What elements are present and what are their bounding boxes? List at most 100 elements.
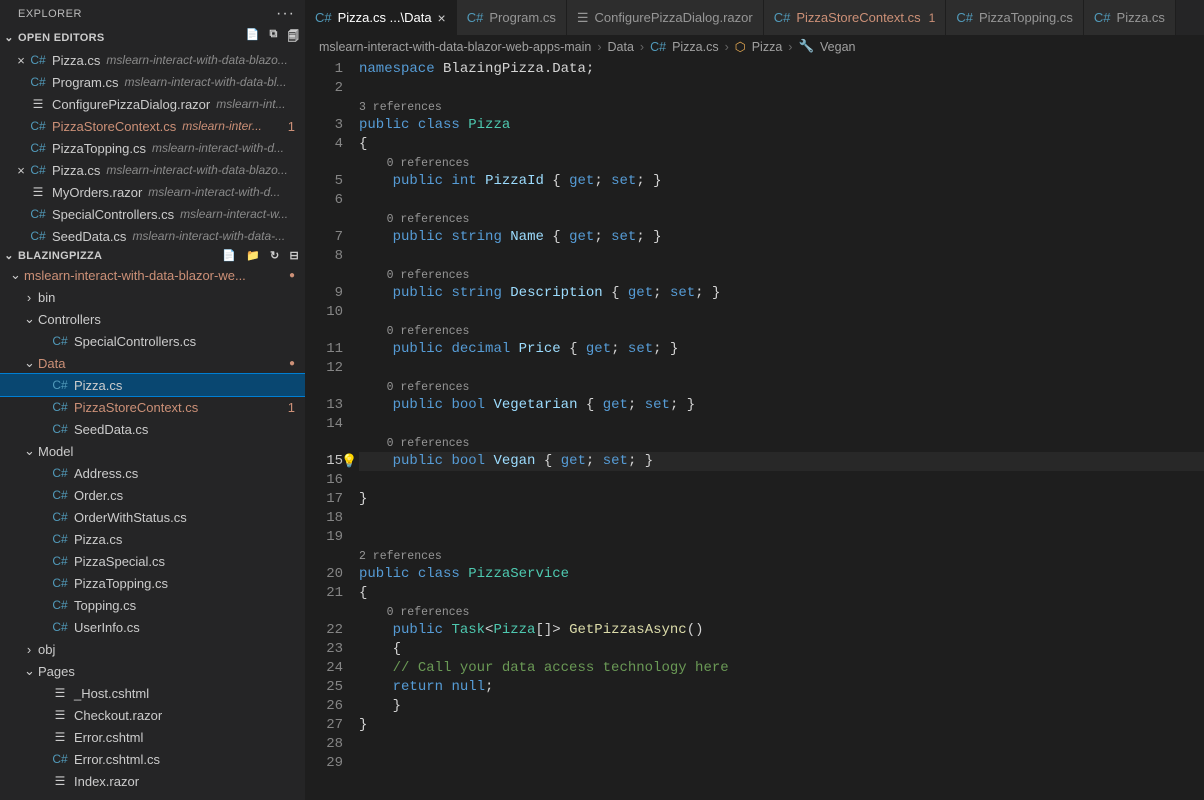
breadcrumb-part[interactable]: Vegan xyxy=(820,40,855,54)
class-icon: ⬡ xyxy=(735,39,746,54)
modified-badge: 1 xyxy=(288,119,299,134)
file-item[interactable]: C#Address.cs xyxy=(0,462,305,484)
item-label: Model xyxy=(38,444,73,459)
file-path: mslearn-interact-with-data-blazo... xyxy=(106,53,287,67)
csharp-icon: C# xyxy=(956,10,973,25)
new-folder-icon[interactable]: 📁 xyxy=(246,249,260,262)
item-label: obj xyxy=(38,642,55,657)
open-editor-item[interactable]: ×C#Pizza.csmslearn-interact-with-data-bl… xyxy=(0,49,305,71)
tab-label: Program.cs xyxy=(489,10,555,25)
workspace-name: BLAZINGPIZZA xyxy=(18,250,102,262)
item-label: SeedData.cs xyxy=(74,422,148,437)
file-name: MyOrders.razor xyxy=(52,185,142,200)
file-item[interactable]: C#Pizza.cs xyxy=(0,528,305,550)
item-label: Error.cshtml xyxy=(74,730,143,745)
close-icon[interactable]: × xyxy=(438,10,446,26)
lightbulb-icon[interactable]: 💡 xyxy=(341,452,357,471)
file-name: Program.cs xyxy=(52,75,118,90)
open-editor-item[interactable]: ☰MyOrders.razormslearn-interact-with-d..… xyxy=(0,181,305,203)
file-item[interactable]: C#Order.cs xyxy=(0,484,305,506)
editor-tab[interactable]: ☰ConfigurePizzaDialog.razor xyxy=(567,0,764,35)
csharp-icon: C# xyxy=(52,510,68,524)
csharp-icon: C# xyxy=(774,10,791,25)
tab-label: PizzaStoreContext.cs xyxy=(796,10,920,25)
close-icon[interactable]: × xyxy=(12,53,30,68)
file-item[interactable]: C#SpecialControllers.cs xyxy=(0,330,305,352)
folder-item[interactable]: ›bin xyxy=(0,286,305,308)
editor-tab[interactable]: C#Pizza.cs ...\Data× xyxy=(305,0,457,35)
open-editor-item[interactable]: ☰ConfigurePizzaDialog.razormslearn-int..… xyxy=(0,93,305,115)
csharp-icon: C# xyxy=(52,752,68,766)
csharp-icon: C# xyxy=(52,422,68,436)
folder-item[interactable]: ⌄Data xyxy=(0,352,305,374)
toggle-layout-icon[interactable]: ⧉ xyxy=(270,28,278,47)
file-name: Pizza.cs xyxy=(52,53,100,68)
file-item[interactable]: ☰Checkout.razor xyxy=(0,704,305,726)
file-item[interactable]: C#PizzaStoreContext.cs1 xyxy=(0,396,305,418)
refresh-icon[interactable]: ↻ xyxy=(270,249,280,262)
close-icon[interactable]: × xyxy=(12,163,30,178)
csharp-icon: C# xyxy=(650,40,666,54)
razor-icon: ☰ xyxy=(52,730,68,744)
file-path: mslearn-interact-with-d... xyxy=(152,141,284,155)
folder-item[interactable]: ›obj xyxy=(0,638,305,660)
file-item[interactable]: C# SeedData.cs xyxy=(0,418,305,440)
file-item[interactable]: C#UserInfo.cs xyxy=(0,616,305,638)
breadcrumb-part[interactable]: Pizza xyxy=(752,40,783,54)
file-item[interactable]: C#PizzaTopping.cs xyxy=(0,572,305,594)
file-path: mslearn-interact-w... xyxy=(180,207,288,221)
workspace-root[interactable]: ⌄ mslearn-interact-with-data-blazor-we..… xyxy=(0,264,305,286)
file-path: mslearn-inter... xyxy=(182,119,262,133)
open-editor-item[interactable]: C#PizzaTopping.csmslearn-interact-with-d… xyxy=(0,137,305,159)
open-editors-header[interactable]: ⌄ OPEN EDITORS 📄 ⧉ 🗐 xyxy=(0,26,305,49)
chevron-down-icon: ⌄ xyxy=(4,249,14,262)
new-file-icon[interactable]: 📄 xyxy=(246,28,260,47)
collapse-icon[interactable]: ⊟ xyxy=(289,249,299,262)
code-editor[interactable]: 12 34 56 78 910 1112 1314 1516171819 202… xyxy=(305,58,1204,800)
csharp-icon: C# xyxy=(30,119,46,133)
breadcrumb[interactable]: mslearn-interact-with-data-blazor-web-ap… xyxy=(305,35,1204,58)
file-name: Pizza.cs xyxy=(52,163,100,178)
open-editor-item[interactable]: C#SeedData.csmslearn-interact-with-data-… xyxy=(0,225,305,247)
file-item[interactable]: ☰ Error.cshtml xyxy=(0,726,305,748)
folder-item[interactable]: ⌄Controllers xyxy=(0,308,305,330)
chevron-down-icon: ⌄ xyxy=(24,663,34,679)
editor-tab[interactable]: C#PizzaStoreContext.cs1 xyxy=(764,0,947,35)
new-file-icon[interactable]: 📄 xyxy=(222,249,236,262)
file-item[interactable]: C#Error.cshtml.cs xyxy=(0,748,305,770)
save-all-icon[interactable]: 🗐 xyxy=(288,28,299,47)
csharp-icon: C# xyxy=(52,554,68,568)
file-path: mslearn-interact-with-d... xyxy=(148,185,280,199)
file-item[interactable]: ☰_Host.cshtml xyxy=(0,682,305,704)
folder-item[interactable]: ⌄Model xyxy=(0,440,305,462)
explorer-header: EXPLORER ··· xyxy=(0,0,305,26)
item-label: SpecialControllers.cs xyxy=(74,334,196,349)
csharp-icon: C# xyxy=(30,229,46,243)
chevron-down-icon: ⌄ xyxy=(10,267,20,283)
csharp-icon: C# xyxy=(52,466,68,480)
file-name: PizzaStoreContext.cs xyxy=(52,119,176,134)
folder-item[interactable]: ⌄Pages xyxy=(0,660,305,682)
open-editor-item[interactable]: C# PizzaStoreContext.cs mslearn-inter... 1 xyxy=(0,115,305,137)
code-content[interactable]: namespace BlazingPizza.Data;3 references… xyxy=(359,58,1204,800)
file-item[interactable]: C#PizzaSpecial.cs xyxy=(0,550,305,572)
file-item[interactable]: C#Topping.cs xyxy=(0,594,305,616)
open-editors-list: × C# Pizza.cs mslearn-interact-with-data-bl… xyxy=(0,49,305,247)
editor-tab[interactable]: C#PizzaTopping.cs xyxy=(946,0,1084,35)
open-editor-item[interactable]: ×C#Pizza.csmslearn-interact-with-data-bl… xyxy=(0,159,305,181)
breadcrumb-part[interactable]: Data xyxy=(608,40,634,54)
tab-label: Pizza.cs xyxy=(1117,10,1165,25)
file-item[interactable]: C#Pizza.cs xyxy=(0,374,305,396)
file-item[interactable]: C#OrderWithStatus.cs xyxy=(0,506,305,528)
open-editor-item[interactable]: C#SpecialControllers.csmslearn-interact-… xyxy=(0,203,305,225)
editor-tab[interactable]: C#Program.cs xyxy=(457,0,567,35)
editor-tab[interactable]: C# Pizza.cs xyxy=(1084,0,1176,35)
file-item[interactable]: ☰Index.razor xyxy=(0,770,305,792)
workspace-header[interactable]: ⌄ BLAZINGPIZZA 📄 📁 ↻ ⊟ xyxy=(0,247,305,264)
chevron-right-icon: › xyxy=(725,40,729,54)
csharp-icon: C# xyxy=(1094,10,1111,25)
open-editor-item[interactable]: C#Program.csmslearn-interact-with-data-b… xyxy=(0,71,305,93)
more-icon[interactable]: ··· xyxy=(276,6,295,22)
breadcrumb-part[interactable]: mslearn-interact-with-data-blazor-web-ap… xyxy=(319,40,591,54)
breadcrumb-part[interactable]: Pizza.cs xyxy=(672,40,719,54)
